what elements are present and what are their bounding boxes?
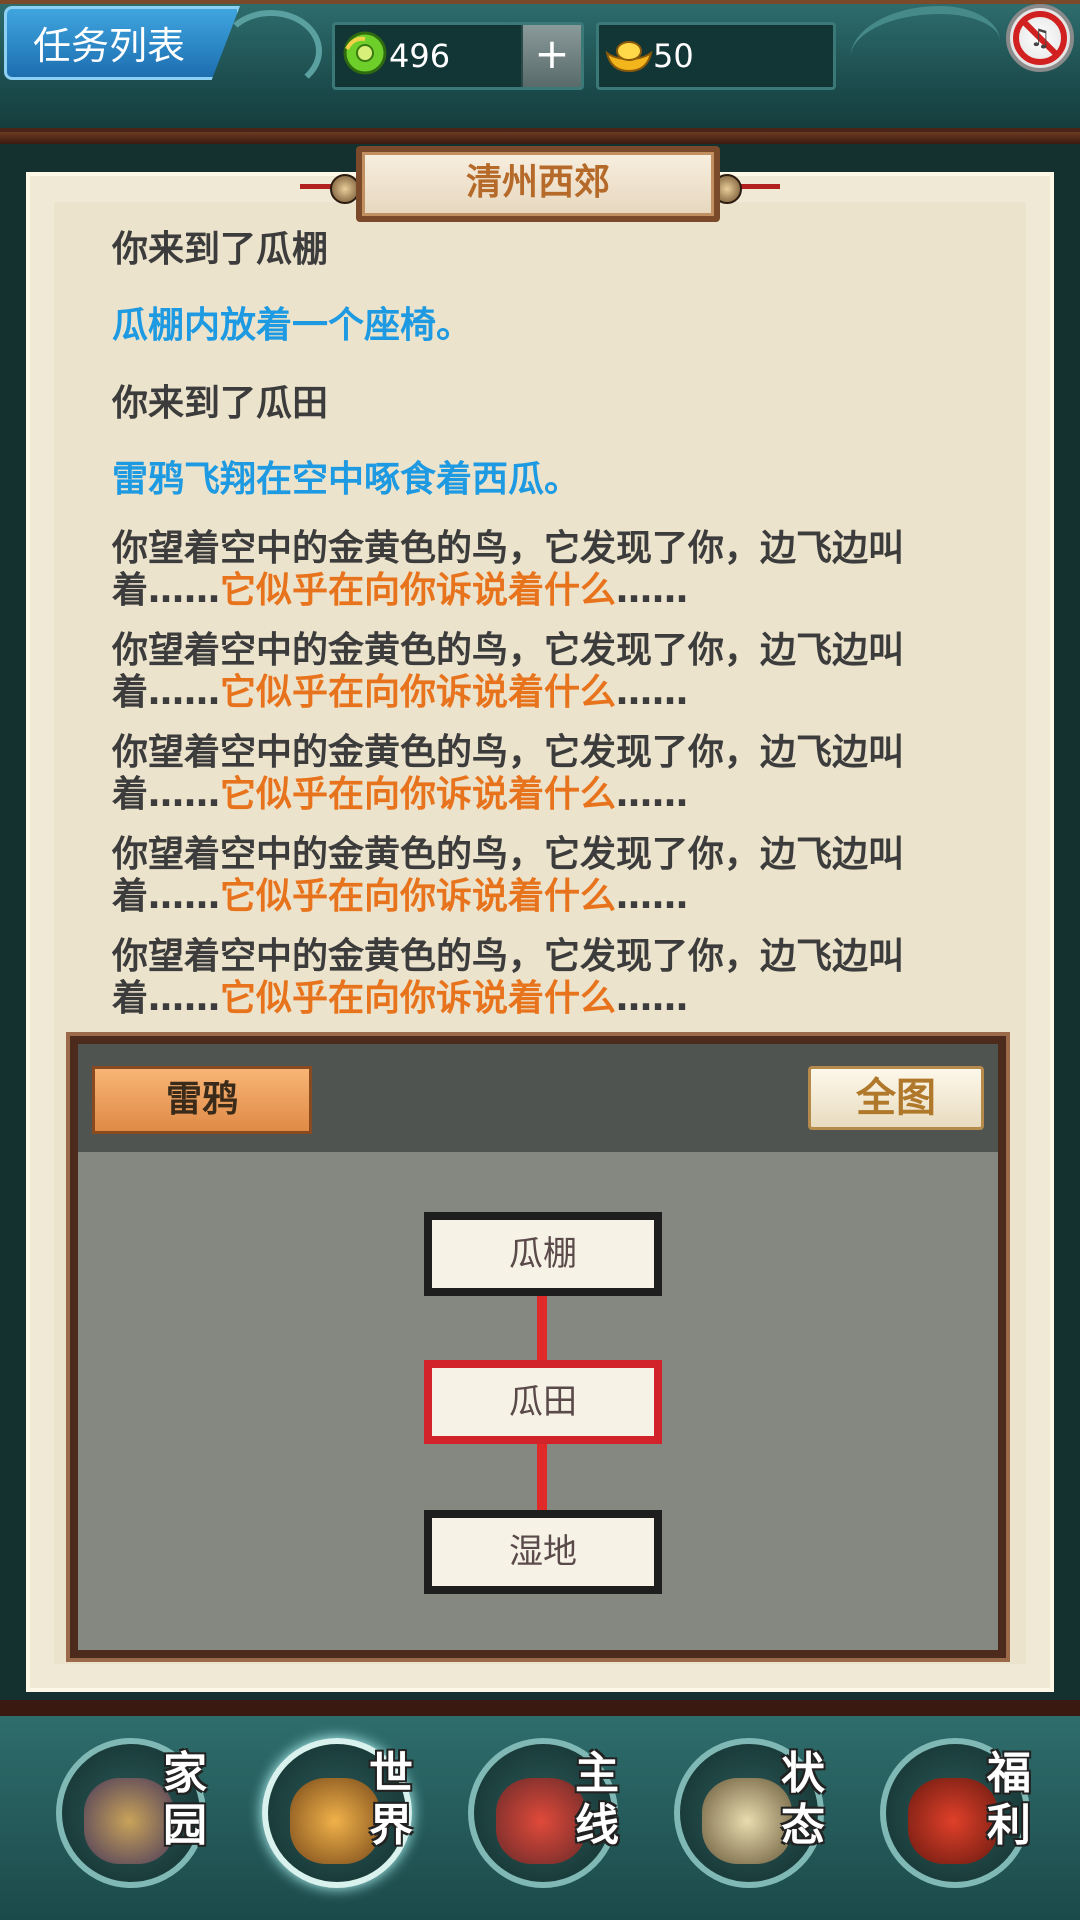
nav-status[interactable]: 状态 [674,1738,825,1888]
nav-main-quest[interactable]: 主线 [468,1738,619,1888]
nav-label: 福利 [987,1748,1031,1851]
nav-label: 家园 [163,1748,207,1851]
map-node-current[interactable]: 瓜田 [424,1360,662,1444]
log-paragraph: 你望着空中的金黄色的鸟，它发现了你，边飞边叫着……它似乎在向你诉说着什么…… [112,834,905,917]
log-line: 你来到了瓜棚 [112,229,329,270]
add-jade-button[interactable]: + [521,25,581,87]
map-link [537,1444,547,1510]
log-line: 瓜棚内放着一个座椅。 [112,305,473,346]
log-paragraph: 你望着空中的金黄色的鸟，它发现了你，边飞边叫着……它似乎在向你诉说着什么…… [112,528,905,611]
nav-home[interactable]: 家园 [56,1738,207,1888]
green-jade-icon [343,31,387,75]
nav-welfare[interactable]: 福利 [880,1738,1031,1888]
top-bar: 任务列表 496 + 50 ♫ [0,0,1080,144]
gold-count: 50 [653,37,694,75]
nav-label: 世界 [369,1748,413,1851]
log-paragraph: 你望着空中的金黄色的鸟，它发现了你，边飞边叫着……它似乎在向你诉说着什么…… [112,732,905,815]
log-paragraph: 你望着空中的金黄色的鸟，它发现了你，边飞边叫着……它似乎在向你诉说着什么…… [112,936,905,1019]
mute-button[interactable]: ♫ [1006,4,1074,72]
jade-count: 496 [389,37,451,75]
map-header: 雷鸦 全图 [78,1044,998,1152]
log-line: 雷鸦飞翔在空中啄食着西瓜。 [112,459,581,500]
nav-label: 主线 [575,1748,619,1851]
nav-world[interactable]: 世界 [262,1738,413,1888]
svg-text:♫: ♫ [1029,24,1051,52]
full-map-button[interactable]: 全图 [808,1066,984,1130]
log-paragraph: 你望着空中的金黄色的鸟，它发现了你，边飞边叫着……它似乎在向你诉说着什么…… [112,630,905,713]
nav-label: 状态 [781,1748,825,1851]
log-line: 你来到了瓜田 [112,383,329,424]
quest-list-button[interactable]: 任务列表 [4,6,240,80]
npc-button[interactable]: 雷鸦 [92,1066,312,1134]
area-map: 雷鸦 全图 瓜棚 瓜田 湿地 [70,1036,1006,1658]
mute-icon: ♫ [1013,11,1067,65]
map-node[interactable]: 湿地 [424,1510,662,1594]
gold-currency: 50 [596,22,836,90]
jade-currency: 496 + [332,22,584,90]
map-link [537,1296,547,1360]
dragon-ornament [850,6,1000,94]
gold-ingot-icon [605,41,653,73]
map-node[interactable]: 瓜棚 [424,1212,662,1296]
location-title: 清州西郊 [356,146,720,222]
ornament-swirl [220,10,322,92]
